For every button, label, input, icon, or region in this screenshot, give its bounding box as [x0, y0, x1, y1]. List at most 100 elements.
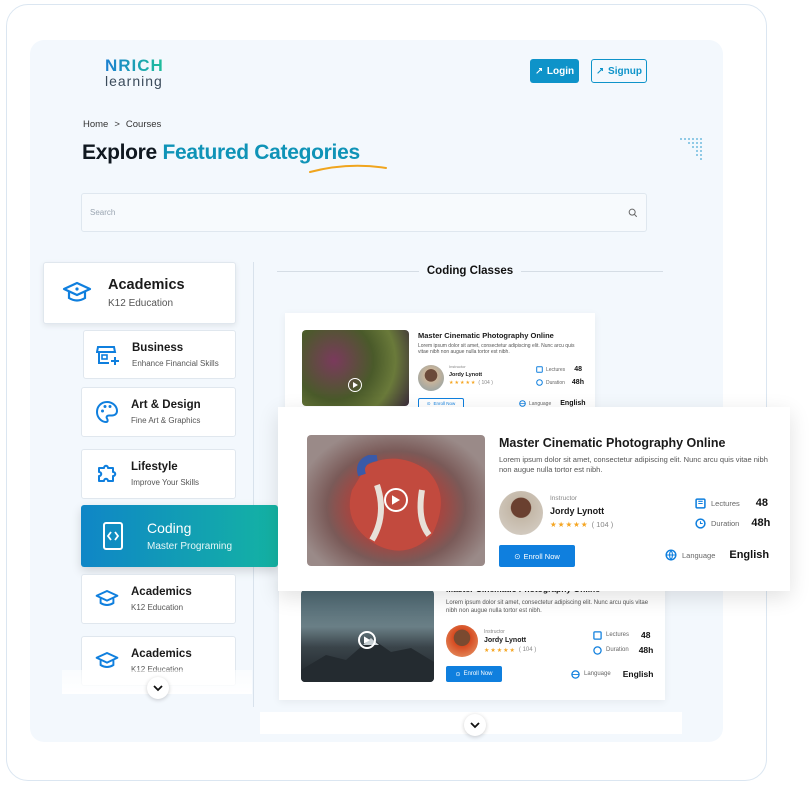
language-label: Language	[584, 671, 611, 677]
category-academics[interactable]: Academics K12 Education	[43, 262, 236, 324]
signup-label: Signup	[608, 65, 642, 77]
review-count: ( 104 )	[518, 647, 537, 653]
breadcrumb-current: Courses	[125, 119, 162, 130]
graduation-cap-icon	[95, 587, 119, 611]
heading-line-left	[277, 270, 419, 272]
graduation-cap-icon	[62, 278, 92, 308]
category-title: Lifestyle	[131, 461, 178, 473]
search-bar[interactable]	[81, 193, 647, 232]
category-title: Business	[132, 341, 184, 354]
book-icon	[536, 366, 543, 373]
category-business[interactable]: Business Enhance Financial Skills	[83, 330, 236, 379]
enroll-label: Enroll Now	[523, 551, 560, 561]
duration-label: Duration	[606, 647, 629, 653]
duration-label: Duration	[546, 379, 565, 386]
duration-stat: Duration 48h	[695, 517, 770, 529]
search-icon[interactable]	[628, 208, 638, 218]
star-rating-icon: ★★★★★	[550, 520, 589, 529]
course-thumbnail[interactable]	[302, 330, 409, 406]
page-title-part2: Featured Categories	[162, 141, 360, 164]
play-icon[interactable]	[384, 488, 408, 512]
brand-tagline: learning	[105, 73, 163, 89]
course-title[interactable]: Master Cinematic Photography Online	[418, 331, 554, 340]
course-title[interactable]: Master Cinematic Photography Online	[499, 436, 725, 450]
store-plus-icon	[96, 343, 120, 367]
lectures-stat: Lectures 48	[593, 630, 650, 640]
brand-name: NRICH	[105, 56, 164, 75]
enroll-icon: ⊙	[455, 671, 461, 678]
brand-logo[interactable]: NRICH learning	[105, 56, 164, 89]
category-subtitle: K12 Education	[108, 298, 174, 309]
search-input[interactable]	[90, 208, 628, 217]
lectures-label: Lectures	[606, 632, 630, 638]
course-scroll-down-button[interactable]	[464, 714, 486, 736]
course-card[interactable]: Master Cinematic Photography Online Lore…	[279, 580, 665, 700]
duration-label: Duration	[711, 518, 740, 528]
globe-icon	[519, 400, 526, 407]
play-icon[interactable]	[348, 378, 362, 392]
puzzle-icon	[95, 462, 119, 486]
book-icon	[593, 630, 602, 640]
lectures-stat: Lectures 48	[695, 497, 768, 509]
avatar	[499, 491, 543, 535]
duration-stat: Duration 48h	[536, 379, 584, 386]
sidebar-divider	[253, 262, 254, 707]
page-title: Explore Featured Categories	[82, 141, 360, 165]
clock-icon	[695, 517, 706, 529]
language-value: English	[729, 549, 770, 561]
review-count: ( 104 )	[478, 380, 493, 386]
lectures-label: Lectures	[711, 498, 740, 508]
instructor-label: Instructor	[550, 495, 578, 502]
language-value: English	[622, 669, 654, 679]
lectures-stat: Lectures 48	[536, 366, 582, 373]
login-button[interactable]: Login	[530, 59, 579, 83]
instructor-name[interactable]: Jordy Lynott	[550, 506, 604, 516]
course-description: Lorem ipsum dolor sit amet, consectetur …	[446, 600, 649, 614]
language-value: English	[560, 400, 586, 407]
enroll-label: Enroll Now	[463, 671, 493, 677]
language-stat: Language English	[571, 669, 653, 679]
category-subtitle: Enhance Financial Skills	[132, 358, 219, 368]
category-title: Academics	[131, 648, 192, 660]
enroll-now-button[interactable]: ⊙ Enroll Now	[499, 545, 575, 567]
category-academics-2[interactable]: Academics K12 Education	[81, 574, 236, 624]
enroll-now-button[interactable]: ⊙ Enroll Now	[446, 666, 502, 682]
signup-button[interactable]: Signup	[591, 59, 647, 83]
course-thumbnail[interactable]	[307, 435, 485, 566]
category-title: Coding	[147, 520, 192, 536]
chevron-down-icon	[470, 721, 480, 728]
star-rating-icon: ★★★★★	[484, 648, 516, 654]
duration-value: 48h	[638, 645, 654, 655]
sidebar-scroll-down-button[interactable]	[147, 677, 169, 699]
instructor-name[interactable]: Jordy Lynott	[449, 372, 482, 378]
enroll-icon: ⊙	[514, 551, 521, 561]
instructor-label: Instructor	[449, 364, 466, 369]
star-rating-icon: ★★★★★	[449, 380, 477, 386]
category-title: Academics	[108, 277, 185, 293]
chevron-down-icon	[153, 684, 163, 691]
title-underline-decoration	[309, 164, 387, 173]
course-thumbnail[interactable]	[301, 590, 434, 682]
breadcrumb: Home > Courses	[83, 119, 161, 130]
review-count: ( 104 )	[591, 520, 614, 529]
breadcrumb-home[interactable]: Home	[83, 119, 108, 130]
rating: ★★★★★ ( 104 )	[449, 380, 493, 386]
course-card[interactable]: Master Cinematic Photography Online Lore…	[285, 313, 595, 413]
avatar	[446, 625, 478, 657]
category-lifestyle[interactable]: Lifestyle Improve Your Skills	[81, 449, 236, 499]
category-title: Academics	[131, 586, 192, 598]
breadcrumb-separator: >	[114, 119, 120, 130]
lectures-label: Lectures	[546, 366, 566, 373]
course-card-featured[interactable]: Master Cinematic Photography Online Lore…	[278, 407, 790, 591]
section-heading: Coding Classes	[277, 265, 663, 277]
globe-icon	[665, 549, 677, 561]
play-icon[interactable]	[358, 631, 376, 649]
category-title: Art & Design	[131, 399, 201, 411]
page-title-part1: Explore	[82, 141, 157, 164]
avatar	[418, 365, 444, 391]
book-icon	[695, 497, 706, 509]
instructor-name[interactable]: Jordy Lynott	[484, 637, 526, 644]
instructor-label: Instructor	[484, 629, 505, 635]
category-art-design[interactable]: Art & Design Fine Art & Graphics	[81, 387, 236, 437]
category-coding[interactable]: Coding Master Programing	[81, 505, 278, 567]
